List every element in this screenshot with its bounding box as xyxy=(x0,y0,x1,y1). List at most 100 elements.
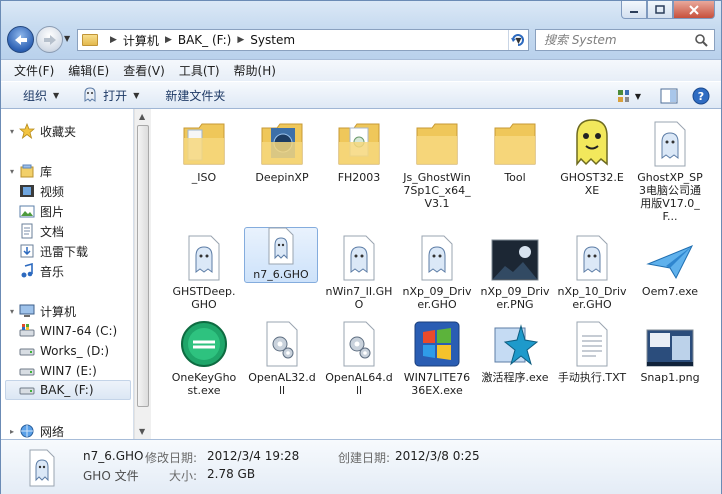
organize-button[interactable]: 组织 ▼ xyxy=(15,84,67,106)
breadcrumb-folder[interactable]: System xyxy=(250,33,295,47)
scrollbar-thumb[interactable] xyxy=(137,125,149,407)
menu-file[interactable]: 文件(F) xyxy=(7,62,61,79)
breadcrumb-computer[interactable]: 计算机 xyxy=(123,32,159,49)
details-file-type: GHO 文件 xyxy=(83,469,139,483)
maximize-button[interactable] xyxy=(647,1,673,19)
system-drive-icon xyxy=(19,323,35,339)
nav-thunder-downloads-label: 迅雷下载 xyxy=(40,244,89,259)
nav-libraries-label: 库 xyxy=(40,164,53,179)
nav-drive-d-label: Works_ (D:) xyxy=(40,344,110,358)
screenshot-image-icon xyxy=(646,329,694,367)
chevron-down-icon[interactable]: ▾ xyxy=(5,307,19,316)
scroll-down-icon[interactable]: ▼ xyxy=(139,427,145,436)
menu-bar: 文件(F) 编辑(E) 查看(V) 工具(T) 帮助(H) xyxy=(1,59,721,81)
back-button[interactable] xyxy=(7,26,34,53)
file-item[interactable]: 手动执行.TXT xyxy=(555,313,629,384)
file-item[interactable]: GHOST32.EXE xyxy=(555,113,629,197)
file-item[interactable]: nXp_09_Driver.PNG xyxy=(478,227,552,311)
nav-drive-d[interactable]: Works_ (D:) xyxy=(19,341,130,361)
download-folder-icon xyxy=(19,243,35,259)
file-item[interactable]: WIN7LITE7636EX.exe xyxy=(400,313,474,397)
file-item[interactable]: Js_GhostWin7Sp1C_x64_V3.1 xyxy=(400,113,474,210)
recent-pages-dropdown[interactable]: ▼ xyxy=(64,34,70,43)
file-item[interactable]: nXp_10_Driver.GHO xyxy=(555,227,629,311)
new-folder-label: 新建文件夹 xyxy=(165,88,226,103)
nav-drive-c[interactable]: WIN7-64 (C:) xyxy=(19,321,130,341)
file-item[interactable]: OpenAL32.dll xyxy=(245,313,319,397)
chevron-right-icon: ▶ xyxy=(110,35,117,45)
nav-videos[interactable]: 视频 xyxy=(19,181,130,201)
file-name: Oem7.exe xyxy=(641,285,699,298)
details-modified-value: 2012/3/4 19:28 xyxy=(207,449,300,463)
chevron-down-icon[interactable]: ▾ xyxy=(5,127,19,136)
file-item[interactable]: Tool xyxy=(478,113,552,184)
menu-help[interactable]: 帮助(H) xyxy=(227,62,283,79)
nav-music[interactable]: 音乐 xyxy=(19,261,130,281)
search-input[interactable] xyxy=(544,31,694,49)
minimize-icon xyxy=(630,10,638,13)
window-controls xyxy=(621,1,715,19)
sidebar-scrollbar[interactable]: ▲ ▼ xyxy=(134,109,151,439)
nav-libraries[interactable]: ▾ 库 xyxy=(5,161,130,181)
menu-view[interactable]: 查看(V) xyxy=(116,62,172,79)
file-item-selected[interactable]: n7_6.GHO xyxy=(244,227,318,283)
nav-computer[interactable]: ▾ 计算机 xyxy=(5,301,130,321)
pictures-icon xyxy=(19,203,35,219)
search-box[interactable] xyxy=(535,29,715,51)
onekey-ghost-icon xyxy=(181,321,227,367)
chevron-right-icon[interactable]: ▶ xyxy=(237,35,244,45)
hard-drive-icon xyxy=(19,343,35,359)
refresh-button[interactable] xyxy=(508,30,528,50)
file-item[interactable]: 激活程序.exe xyxy=(478,313,552,384)
dll-file-icon xyxy=(343,321,375,367)
chevron-down-icon: ▼ xyxy=(53,90,60,100)
open-button[interactable]: 打开 ▼ xyxy=(73,84,147,106)
help-button[interactable]: ? xyxy=(689,85,713,107)
address-bar[interactable]: ▶ 计算机 ▶ BAK_ (F:) ▶ System ▼ xyxy=(77,29,529,51)
menu-tools[interactable]: 工具(T) xyxy=(172,62,227,79)
new-folder-button[interactable]: 新建文件夹 xyxy=(157,84,233,106)
forward-button[interactable] xyxy=(36,26,63,53)
minimize-button[interactable] xyxy=(621,1,647,19)
file-name: Js_GhostWin7Sp1C_x64_V3.1 xyxy=(403,171,471,210)
chevron-down-icon[interactable]: ▼ xyxy=(635,92,641,101)
nav-documents[interactable]: 文档 xyxy=(19,221,130,241)
details-created-value: 2012/3/8 0:25 xyxy=(395,449,480,463)
nav-favorites[interactable]: ▾ 收藏夹 xyxy=(5,121,130,141)
nav-thunder-downloads[interactable]: 迅雷下载 xyxy=(19,241,130,261)
nav-network[interactable]: ▸ 网络 xyxy=(5,421,130,439)
file-name: OpenAL32.dll xyxy=(248,371,316,397)
close-icon xyxy=(689,4,699,15)
navigation-pane: ▾ 收藏夹 ▾ 库 视频 图片 文档 迅雷下载 音乐 ▾ 计算机 WIN7-64… xyxy=(1,109,134,439)
nav-drive-e[interactable]: WIN7 (E:) xyxy=(19,361,130,381)
explorer-window: ▼ ▶ 计算机 ▶ BAK_ (F:) ▶ System ▼ 文件(F) 编辑(… xyxy=(0,0,722,494)
file-item[interactable]: _ISO xyxy=(167,113,241,184)
file-item[interactable]: DeepinXP xyxy=(245,113,319,184)
file-item[interactable]: Oem7.exe xyxy=(633,227,707,298)
file-item[interactable]: OneKeyGhost.exe xyxy=(167,313,241,397)
breadcrumb-drive[interactable]: BAK_ (F:) xyxy=(178,33,232,47)
file-item[interactable]: nXp_09_Driver.GHO xyxy=(400,227,474,311)
close-button[interactable] xyxy=(673,1,715,19)
chevron-right-icon[interactable]: ▶ xyxy=(165,35,172,45)
file-item[interactable]: nWin7_II.GHO xyxy=(322,227,396,311)
nav-drive-f[interactable]: BAK_ (F:) xyxy=(5,380,131,400)
file-name: FH2003 xyxy=(337,171,381,184)
chevron-right-icon[interactable]: ▸ xyxy=(5,427,19,436)
search-icon[interactable] xyxy=(694,33,708,47)
file-item[interactable]: FH2003 xyxy=(322,113,396,184)
nav-pictures[interactable]: 图片 xyxy=(19,201,130,221)
preview-pane-button[interactable] xyxy=(657,85,681,107)
change-view-button[interactable]: ▼ xyxy=(617,85,641,107)
file-item[interactable]: GHSTDeep.GHO xyxy=(167,227,241,311)
folder-icon xyxy=(82,34,98,46)
file-name: Tool xyxy=(504,171,526,184)
menu-edit[interactable]: 编辑(E) xyxy=(61,62,116,79)
file-item[interactable]: Snap1.png xyxy=(633,313,707,384)
scroll-up-icon[interactable]: ▲ xyxy=(139,112,145,121)
file-item[interactable]: OpenAL64.dll xyxy=(322,313,396,397)
file-item[interactable]: GhostXP_SP3电脑公司通用版V17.0_F... xyxy=(633,113,707,223)
gho-file-icon xyxy=(654,121,686,167)
png-image-icon xyxy=(491,239,539,281)
chevron-down-icon[interactable]: ▾ xyxy=(5,167,19,176)
